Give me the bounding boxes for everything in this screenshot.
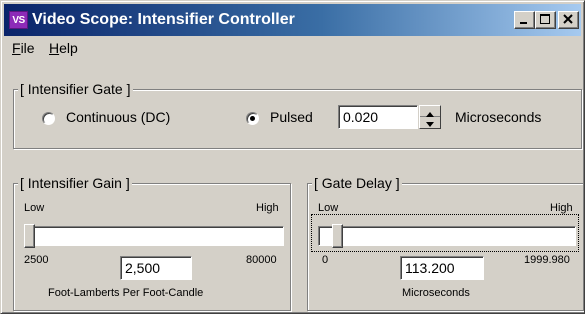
spin-up-button[interactable] <box>420 106 440 117</box>
intensifier-gain-caption: [ Intensifier Gain ] <box>18 175 132 191</box>
minimize-button[interactable] <box>514 11 535 29</box>
menu-file[interactable]: File <box>12 40 35 56</box>
menu-file-label: ile <box>20 40 35 56</box>
minimize-icon <box>520 22 527 24</box>
intensifier-gain-group: [ Intensifier Gain ] Low High 2500 80000… <box>13 175 291 311</box>
delay-unit-label: Microseconds <box>402 287 470 299</box>
spin-down-button[interactable] <box>420 117 440 128</box>
intensifier-gate-group: [ Intensifier Gate ] Continuous (DC) Pul… <box>13 81 582 149</box>
menu-bar: File Help <box>4 37 581 59</box>
gain-min-label: 2500 <box>24 254 49 266</box>
delay-value-input[interactable] <box>400 256 484 280</box>
gate-delay-group: [ Gate Delay ] Low High 0 1999.980 Micro… <box>307 175 584 311</box>
gain-low-label: Low <box>24 202 45 214</box>
gate-delay-caption: [ Gate Delay ] <box>312 175 402 191</box>
delay-slider-thumb[interactable] <box>332 224 343 248</box>
gain-slider-thumb[interactable] <box>24 224 35 248</box>
delay-slider-track[interactable] <box>318 226 576 246</box>
gate-width-input[interactable] <box>338 105 418 129</box>
pulsed-radio-dot <box>250 116 255 121</box>
pulsed-label[interactable]: Pulsed <box>270 109 313 125</box>
delay-high-label: High <box>550 202 573 214</box>
window-title: Video Scope: Intensifier Controller <box>32 11 295 28</box>
delay-low-label: Low <box>318 202 339 214</box>
gain-slider-track[interactable] <box>24 226 284 246</box>
arrow-down-icon <box>426 122 434 127</box>
title-bar[interactable]: VS Video Scope: Intensifier Controller <box>4 4 581 36</box>
menu-help-label: elp <box>59 40 78 56</box>
menu-help-accel: H <box>49 40 60 56</box>
gain-max-label: 80000 <box>246 254 277 266</box>
continuous-radio[interactable] <box>42 112 55 125</box>
menu-file-accel: F <box>12 40 21 56</box>
delay-min-label: 0 <box>322 254 329 266</box>
maximize-button[interactable] <box>535 11 556 29</box>
continuous-label[interactable]: Continuous (DC) <box>66 109 170 125</box>
gate-width-spinner[interactable] <box>419 105 441 129</box>
gate-width-unit: Microseconds <box>455 109 542 125</box>
gain-high-label: High <box>256 202 279 214</box>
app-window: VS Video Scope: Intensifier Controller F… <box>0 0 585 314</box>
gain-value-input[interactable] <box>120 256 192 280</box>
app-icon[interactable]: VS <box>9 11 28 29</box>
pulsed-radio[interactable] <box>246 112 259 125</box>
intensifier-gate-caption: [ Intensifier Gate ] <box>18 81 133 97</box>
close-button[interactable] <box>558 11 579 29</box>
delay-max-label: 1999.980 <box>524 254 570 266</box>
maximize-icon <box>540 14 550 24</box>
gain-unit-label: Foot-Lamberts Per Foot-Candle <box>48 287 204 299</box>
close-icon <box>563 14 573 24</box>
menu-help[interactable]: Help <box>49 40 78 56</box>
